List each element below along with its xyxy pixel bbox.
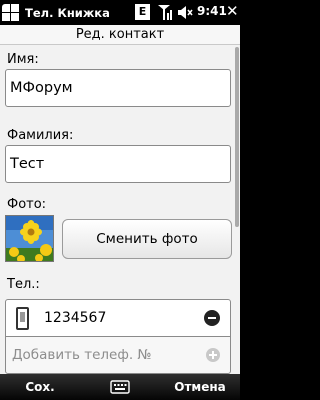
softkey-bar: Сох. Отмена bbox=[0, 374, 240, 400]
contact-photo[interactable] bbox=[5, 215, 54, 262]
page-title: Ред. контакт bbox=[0, 25, 240, 45]
edit-contact-form: Ред. контакт Имя: МФорум Фамилия: Тест Ф… bbox=[0, 25, 240, 374]
windows-start-icon bbox=[2, 4, 19, 21]
signal-icon[interactable] bbox=[156, 4, 172, 21]
mobile-phone-icon bbox=[16, 307, 29, 330]
last-name-field[interactable]: Тест bbox=[5, 145, 231, 183]
remove-phone-icon[interactable] bbox=[204, 310, 220, 326]
keyboard-icon[interactable] bbox=[110, 378, 130, 396]
last-name-label: Фамилия: bbox=[7, 128, 74, 143]
photo-label: Фото: bbox=[7, 197, 47, 212]
status-bar: Тел. Книжка E 9:41 ✕ bbox=[0, 0, 240, 25]
clock[interactable]: 9:41 bbox=[197, 4, 227, 18]
cancel-softkey[interactable]: Отмена bbox=[160, 374, 240, 400]
first-name-label: Имя: bbox=[7, 52, 39, 67]
change-photo-button[interactable]: Сменить фото bbox=[62, 219, 232, 259]
first-name-field[interactable]: МФорум bbox=[5, 69, 231, 107]
volume-icon[interactable] bbox=[177, 4, 193, 21]
add-phone-icon[interactable] bbox=[206, 348, 220, 362]
app-title: Тел. Книжка bbox=[25, 5, 110, 20]
add-phone-placeholder[interactable]: Добавить телеф. № bbox=[12, 337, 152, 373]
phone-entry[interactable]: 1234567 bbox=[5, 299, 231, 337]
network-badge: E bbox=[135, 4, 150, 20]
flower-photo-image bbox=[6, 216, 53, 261]
save-softkey[interactable]: Сох. bbox=[0, 374, 80, 400]
phone-number[interactable]: 1234567 bbox=[44, 300, 106, 336]
add-phone-row[interactable]: Добавить телеф. № bbox=[5, 336, 231, 374]
close-icon[interactable]: ✕ bbox=[226, 2, 239, 20]
scrollbar[interactable] bbox=[235, 47, 239, 227]
phone-label: Тел.: bbox=[7, 277, 40, 292]
start-menu-button[interactable]: Тел. Книжка bbox=[2, 3, 110, 22]
